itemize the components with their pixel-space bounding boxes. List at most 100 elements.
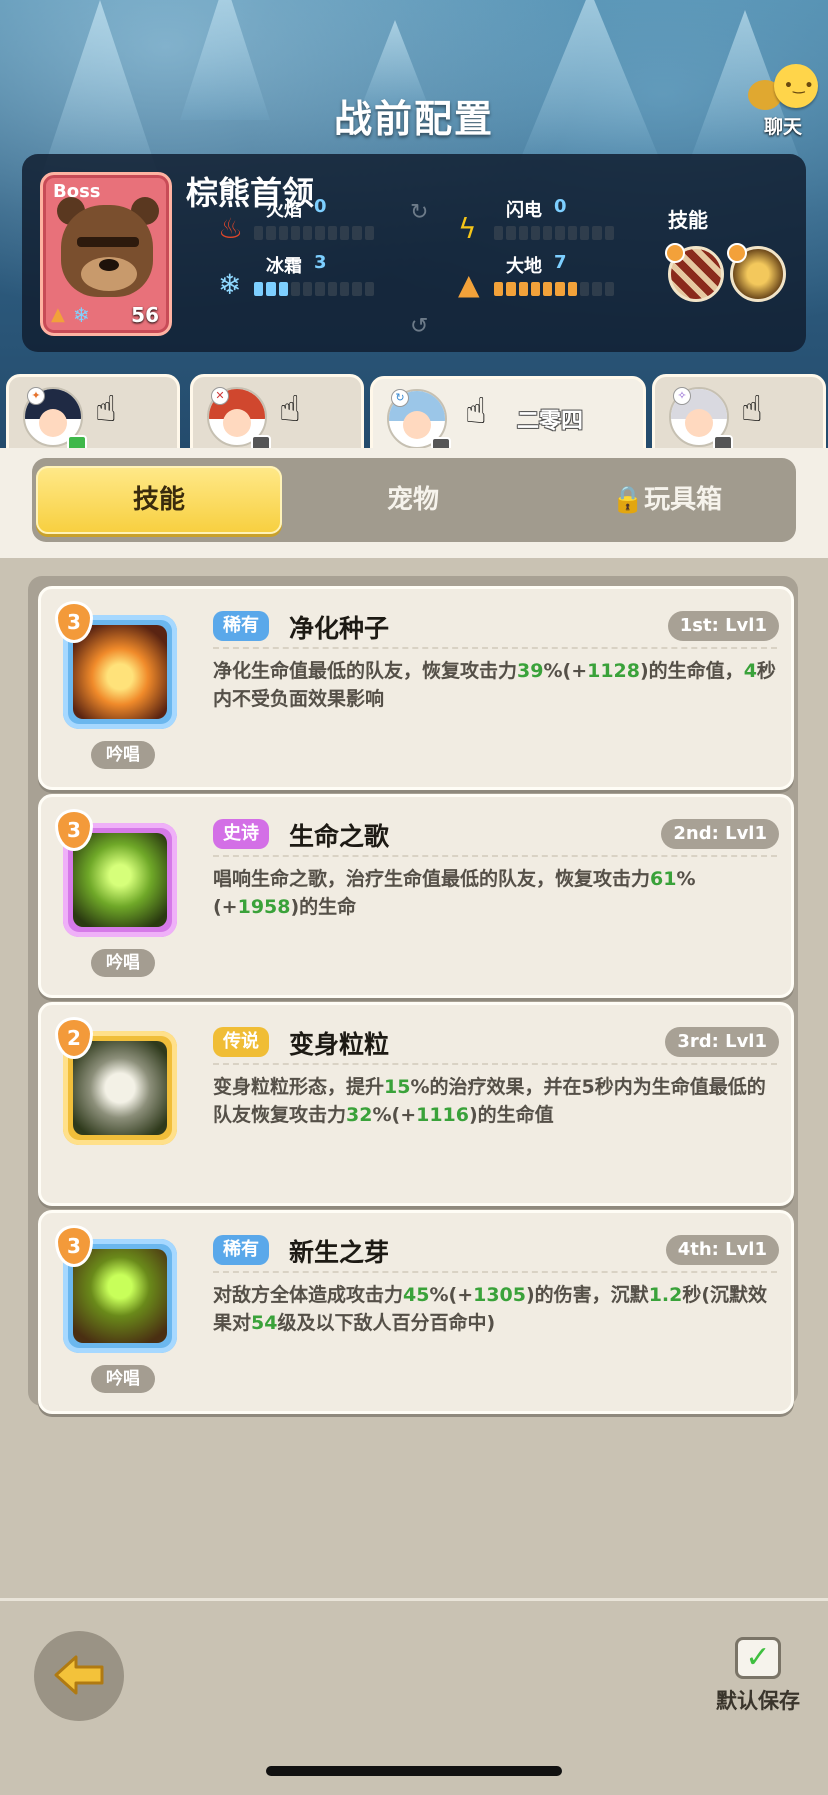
chat-label: 聊天 xyxy=(763,116,802,138)
stat-bar-segment xyxy=(315,226,325,240)
chant-label: 吟唱 xyxy=(91,741,155,769)
skill-card[interactable]: 3 吟唱 稀有 新生之芽 4th: Lvl1 对敌方全体造成攻击力45%(+13… xyxy=(38,1210,794,1414)
stat-bar-segment xyxy=(592,226,602,240)
back-arrow-icon xyxy=(54,1655,104,1695)
skill-slot-badge: 4th: Lvl1 xyxy=(665,1235,779,1265)
default-save-button[interactable]: ✓ 默认保存 xyxy=(708,1637,808,1715)
stat-bar-segment xyxy=(567,226,578,240)
checkmark-icon: ✓ xyxy=(735,1637,781,1679)
skill-name: 净化种子 xyxy=(289,614,390,643)
stat-bar-segment xyxy=(254,282,264,296)
snowflake-icon: ❄ xyxy=(73,303,90,327)
earth-icon: ▲ xyxy=(51,304,65,325)
stat-bar-segment xyxy=(352,226,362,240)
skill-list: 3 吟唱 稀有 净化种子 1st: Lvl1 净化生命值最低的队友，恢复攻击力3… xyxy=(28,576,798,1414)
stat-bar xyxy=(254,226,374,240)
stat-bar-segment xyxy=(530,226,541,240)
skill-card[interactable]: 3 吟唱 稀有 净化种子 1st: Lvl1 净化生命值最低的队友，恢复攻击力3… xyxy=(38,586,794,790)
stat-bar-segment xyxy=(494,226,504,240)
earth-icon: ▲ xyxy=(458,268,480,301)
stat-bar-segment xyxy=(254,226,264,240)
stat-bar-segment xyxy=(592,282,602,296)
stat-bar-segment xyxy=(518,282,528,296)
skill-name: 新生之芽 xyxy=(289,1238,390,1267)
skill-description: 变身粒粒形态，提升15%的治疗效果，并在5秒内为生命值最低的队友恢复攻击力32%… xyxy=(213,1076,766,1126)
hero-tab[interactable]: ✕ ☝ xyxy=(190,374,364,454)
stat-bar-segment xyxy=(290,226,301,240)
skill-description: 唱响生命之歌，治疗生命值最低的队友，恢复攻击力61%(+1958)的生命 xyxy=(213,868,696,918)
stat-bar-segment xyxy=(555,282,565,296)
boss-portrait[interactable]: Boss ▲ ❄ 56 xyxy=(40,172,172,336)
element-icon: ✕ xyxy=(211,387,229,405)
tap-hand-icon: ☝ xyxy=(279,389,301,430)
stat-fire: ♨ 火焰 0 xyxy=(218,196,388,246)
swap-arrow-icon: ↻ xyxy=(410,200,429,225)
chat-button[interactable]: •‿• 聊天 xyxy=(748,62,818,142)
hero-tab[interactable]: ✧ ☝ xyxy=(652,374,826,454)
skill-card[interactable]: 2 传说 变身粒粒 3rd: Lvl1 变身粒粒形态，提升15%的治疗效果，并在… xyxy=(38,1002,794,1206)
flame-seed-icon xyxy=(73,625,167,719)
skill-slot-badge: 1st: Lvl1 xyxy=(667,611,779,641)
stat-bar-segment xyxy=(278,282,288,296)
stat-bar-segment xyxy=(340,226,350,240)
element-icon: ✧ xyxy=(673,387,691,405)
stat-bar-segment xyxy=(327,226,338,240)
stat-bar-segment xyxy=(580,226,590,240)
tab-toybox-label: 玩具箱 xyxy=(644,485,723,515)
boss-level: 56 xyxy=(131,303,159,327)
boss-skill-orb[interactable] xyxy=(665,243,724,302)
stat-bar-segment xyxy=(506,226,516,240)
skill-description: 对敌方全体造成攻击力45%(+1305)的伤害，沉默1.2秒(沉默效果对54级及… xyxy=(213,1284,768,1334)
tab-pet[interactable]: 宠物 xyxy=(290,466,536,534)
stat-bar-segment xyxy=(340,282,350,296)
stat-bar-segment xyxy=(303,282,313,296)
element-icon: ✦ xyxy=(27,387,45,405)
stat-bar xyxy=(254,282,374,296)
hero-tab-active[interactable]: ↻ ☝ 二零四 xyxy=(370,376,646,456)
stat-bar xyxy=(494,226,614,240)
swap-arrow-icon: ↺ xyxy=(410,314,429,339)
page-title: 战前配置 xyxy=(333,97,494,141)
stat-lightning: ϟ 闪电 0 xyxy=(458,196,628,246)
stat-bar-segment xyxy=(543,282,553,296)
stat-bar-segment xyxy=(364,226,374,240)
stat-bar-segment xyxy=(315,282,325,296)
skill-name: 变身粒粒 xyxy=(289,1030,390,1059)
owl-icon xyxy=(73,1041,167,1135)
section-tabs: 技能 宠物 🔒玩具箱 xyxy=(0,448,828,558)
boss-skill-orb[interactable] xyxy=(727,243,786,302)
stat-earth: ▲ 大地 7 xyxy=(458,252,628,302)
back-button[interactable] xyxy=(34,1631,124,1721)
tab-skill[interactable]: 技能 xyxy=(36,466,282,534)
rarity-badge: 史诗 xyxy=(213,819,269,849)
stat-frost: ❄ 冰霜 3 xyxy=(218,252,388,302)
stat-bar-segment xyxy=(604,282,614,296)
boss-panel: Boss ▲ ❄ 56 棕熊首领 ♨ 火焰 0 ϟ 闪电 0 ❄ 冰霜 3 ▲ … xyxy=(22,154,806,352)
chant-label: 吟唱 xyxy=(91,1365,155,1393)
stat-bar-segment xyxy=(327,282,338,296)
home-indicator xyxy=(266,1766,562,1776)
tap-hand-icon: ☝ xyxy=(95,389,117,430)
save-label: 默认保存 xyxy=(716,1689,800,1713)
stat-bar-segment xyxy=(530,282,541,296)
rarity-badge: 传说 xyxy=(213,1027,269,1057)
stat-bar-segment xyxy=(580,282,590,296)
skill-slot-badge: 2nd: Lvl1 xyxy=(661,819,779,849)
tap-hand-icon: ☝ xyxy=(465,391,487,432)
lightning-icon: ϟ xyxy=(458,212,477,245)
hero-tab[interactable]: ✦ ☝ xyxy=(6,374,180,454)
tab-toybox[interactable]: 🔒玩具箱 xyxy=(544,466,790,534)
stat-bar-segment xyxy=(364,282,374,296)
stat-bar-segment xyxy=(604,226,614,240)
stat-bar-segment xyxy=(266,226,276,240)
skill-slot-badge: 3rd: Lvl1 xyxy=(665,1027,779,1057)
skill-card[interactable]: 3 吟唱 史诗 生命之歌 2nd: Lvl1 唱响生命之歌，治疗生命值最低的队友… xyxy=(38,794,794,998)
stat-bar-segment xyxy=(506,282,516,296)
stat-bar-segment xyxy=(567,282,578,296)
stat-bar-segment xyxy=(494,282,504,296)
snowflake-icon: ❄ xyxy=(218,268,242,301)
stat-bar-segment xyxy=(543,226,553,240)
stat-bar-segment xyxy=(352,282,362,296)
flame-icon: ♨ xyxy=(218,212,244,245)
lock-icon: 🔒 xyxy=(611,485,645,515)
